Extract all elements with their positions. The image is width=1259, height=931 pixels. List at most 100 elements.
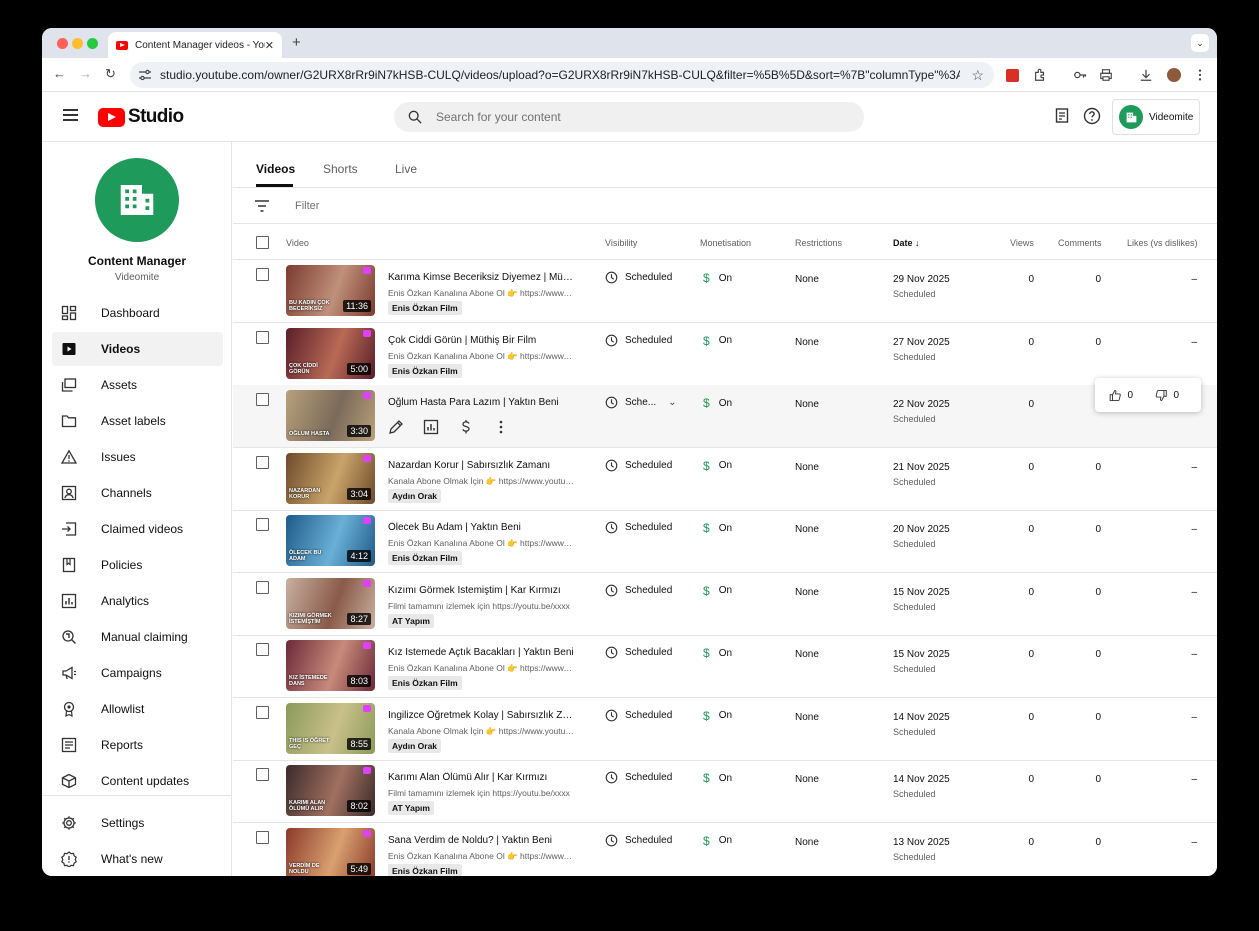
video-thumbnail[interactable]: VERDİM DE NOLDU 5:49 [286, 827, 375, 876]
tab-videos[interactable]: Videos [256, 162, 295, 176]
minimize-window-button[interactable] [72, 38, 83, 49]
back-arrow-icon[interactable]: ← [53, 66, 66, 81]
row-checkbox[interactable] [256, 518, 269, 531]
sidebar-item-assets[interactable]: Assets [52, 368, 223, 402]
row-checkbox[interactable] [256, 393, 269, 406]
row-checkbox[interactable] [256, 330, 269, 344]
extension-red-icon[interactable] [1004, 67, 1020, 83]
channel-chip[interactable]: Aydın Orak [388, 488, 442, 503]
monetisation-dollar-icon[interactable] [458, 419, 474, 435]
row-checkbox[interactable] [256, 455, 269, 469]
video-title[interactable]: Karıma Kimse Beceriksiz Diyemez | Müthiş… [388, 272, 574, 283]
column-likes[interactable]: Likes (vs dislikes) [1127, 238, 1198, 248]
column-views[interactable]: Views [1010, 238, 1034, 248]
sidebar-item-campaigns[interactable]: Campaigns [52, 656, 223, 690]
reload-icon[interactable]: ↻ [105, 66, 116, 82]
bookmark-star-icon[interactable]: ☆ [971, 67, 984, 84]
channel-chip[interactable]: Aydın Orak [388, 738, 442, 753]
video-thumbnail[interactable]: KARIMI ALAN ÖLÜMÜ ALIR 8:02 [286, 765, 375, 816]
video-title[interactable]: Kızımı Görmek İstemiştim | Kar Kırmızı [388, 585, 574, 596]
download-icon[interactable] [1138, 67, 1154, 83]
sidebar-item-asset-labels[interactable]: Asset labels [52, 404, 223, 438]
help-icon[interactable] [1083, 107, 1101, 125]
sidebar-item-manual-claiming[interactable]: Manual claiming [52, 620, 223, 654]
video-title[interactable]: Sana Verdim de Noldu? | Yaktın Beni [388, 835, 574, 846]
browser-menu-icon[interactable] [1192, 67, 1208, 83]
channel-chip[interactable]: Enis Özkan Film [388, 676, 462, 690]
sidebar-item-videos[interactable]: Videos [52, 332, 223, 366]
youtube-studio-logo[interactable]: Studio [98, 106, 184, 128]
sidebar-item-allowlist[interactable]: Allowlist [52, 692, 223, 726]
table-row[interactable]: BU KADIN ÇOK BECERİKSİZ 11:36 Karıma Kimse… [233, 260, 1217, 323]
select-all-checkbox[interactable] [256, 236, 269, 249]
channel-chip[interactable]: AT Yapım [388, 613, 434, 628]
channel-chip[interactable]: Enis Özkan Film [388, 551, 462, 565]
video-title[interactable]: Oğlum Hasta Para Lazım | Yaktın Beni [388, 397, 574, 408]
more-options-icon[interactable] [493, 419, 509, 435]
row-checkbox[interactable] [256, 580, 269, 594]
video-thumbnail[interactable]: ÇOK CİDDİ GÖRÜN 5:00 [286, 327, 375, 379]
column-comments[interactable]: Comments [1058, 238, 1102, 248]
row-checkbox[interactable] [256, 705, 269, 719]
sidebar-item-analytics[interactable]: Analytics [52, 584, 223, 618]
tab-search-button[interactable]: ⌄ [1191, 34, 1209, 52]
video-title[interactable]: Çok Ciddi Görün | Müthiş Bir Film [388, 335, 574, 346]
channel-switcher[interactable]: Videomite [1112, 99, 1200, 135]
row-checkbox[interactable] [256, 268, 269, 281]
filter-bar[interactable]: Filter [233, 188, 1217, 224]
row-checkbox[interactable] [256, 830, 269, 844]
video-thumbnail[interactable]: ÖLECEK BU ADAM 4:12 [286, 515, 375, 566]
visibility-cell[interactable]: Sche... ⌄ [605, 396, 677, 409]
table-row[interactable]: VERDİM DE NOLDU 5:49 Sana Verdim de Noldu?… [233, 823, 1217, 876]
video-title[interactable]: Nazardan Korur | Sabırsızlık Zamanı [388, 460, 574, 471]
tab-shorts[interactable]: Shorts [323, 162, 358, 176]
video-thumbnail[interactable]: BU KADIN ÇOK BECERİKSİZ 11:36 [286, 265, 375, 316]
forward-arrow-icon[interactable]: → [79, 66, 92, 81]
chevron-down-icon[interactable]: ⌄ [668, 397, 676, 408]
row-checkbox[interactable] [256, 643, 269, 656]
sidebar-item-policies[interactable]: Policies [52, 548, 223, 582]
site-settings-icon[interactable] [138, 68, 152, 82]
table-row[interactable]: ÇOK CİDDİ GÖRÜN 5:00 Çok Ciddi Görün | Müt… [233, 323, 1217, 386]
filter-input[interactable]: Filter [295, 200, 319, 212]
video-title[interactable]: Kız İstemede Açtık Bacakları | Yaktın Be… [388, 647, 574, 658]
content-owner-avatar[interactable] [95, 158, 179, 242]
sidebar-item-reports[interactable]: Reports [52, 728, 223, 762]
column-date[interactable]: Date [893, 238, 913, 248]
sidebar-item-dashboard[interactable]: Dashboard [52, 296, 223, 330]
video-thumbnail[interactable]: OĞLUM HASTA 3:30 [286, 390, 375, 441]
url-omnibox[interactable]: studio.youtube.com/owner/G2URX8rRr9iN7kH… [130, 62, 994, 88]
extensions-puzzle-icon[interactable] [1032, 67, 1048, 83]
profile-avatar[interactable] [1166, 67, 1182, 83]
table-row[interactable]: KIZIMI GÖRMEK İSTEMİŞTİM 8:27 Kızımı Görme… [233, 573, 1217, 636]
channel-chip[interactable]: Enis Özkan Film [388, 863, 462, 876]
video-title[interactable]: İngilizce Öğretmek Kolay | Sabırsızlık Z… [388, 710, 574, 721]
close-window-button[interactable] [57, 38, 68, 49]
new-tab-button[interactable]: + [292, 34, 301, 51]
video-thumbnail[interactable]: THIS IS ÖĞRET GEÇ 8:55 [286, 702, 375, 754]
sidebar-item-whats-new[interactable]: What's new [52, 842, 223, 876]
video-thumbnail[interactable]: KIZIMI GÖRMEK İSTEMİŞTİM 8:27 [286, 577, 375, 629]
analytics-icon[interactable] [423, 419, 439, 435]
channel-chip[interactable]: Enis Özkan Film [388, 363, 462, 378]
sidebar-item-settings[interactable]: Settings [52, 806, 223, 840]
video-title[interactable]: Karımı Alan Ölümü Alır | Kar Kırmızı [388, 772, 574, 783]
column-visibility[interactable]: Visibility [605, 238, 637, 248]
channel-chip[interactable]: Enis Özkan Film [388, 301, 462, 315]
maximize-window-button[interactable] [87, 38, 98, 49]
table-row[interactable]: KIZ İSTEMEDE DANS 8:03 Kız İstemede Açtık … [233, 635, 1217, 698]
browser-tab[interactable]: Content Manager videos - YouTube Studio … [108, 32, 282, 58]
feedback-icon[interactable] [1054, 107, 1072, 125]
table-row[interactable]: NAZARDAN KORUR 3:04 Nazardan Korur | Sabır… [233, 448, 1217, 511]
video-thumbnail[interactable]: NAZARDAN KORUR 3:04 [286, 452, 375, 504]
column-monetisation[interactable]: Monetisation [700, 238, 751, 248]
printer-icon[interactable] [1098, 67, 1114, 83]
filter-icon[interactable] [255, 200, 269, 212]
key-icon[interactable] [1072, 67, 1088, 83]
video-thumbnail[interactable]: KIZ İSTEMEDE DANS 8:03 [286, 640, 375, 691]
tab-close-icon[interactable]: ✕ [265, 39, 274, 52]
table-row[interactable]: OĞLUM HASTA 3:30 Oğlum Hasta Para Lazım | … [233, 385, 1217, 448]
sidebar-item-claimed-videos[interactable]: Claimed videos [52, 512, 223, 546]
sidebar-item-channels[interactable]: Channels [52, 476, 223, 510]
column-restrictions[interactable]: Restrictions [795, 238, 842, 248]
